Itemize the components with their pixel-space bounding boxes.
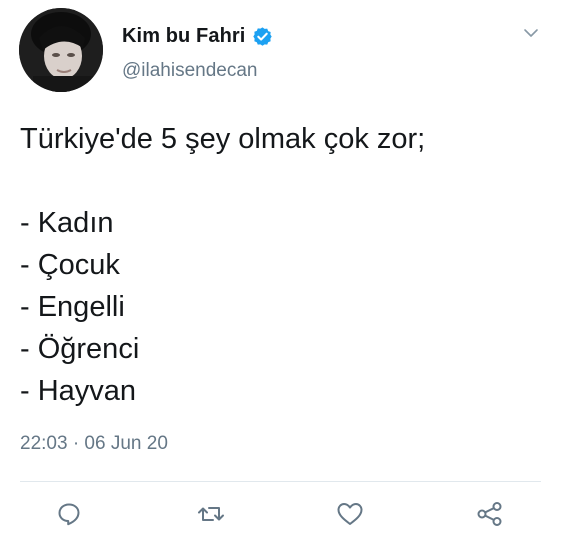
retweet-icon xyxy=(198,507,224,521)
tweet-timestamp[interactable]: 22:03 · 06 Jun 20 xyxy=(20,433,168,455)
avatar[interactable] xyxy=(19,8,103,92)
tweet-line: - Çocuk xyxy=(20,249,120,281)
tweet-text: Türkiye'de 5 şey olmak çok zor; - Kadın … xyxy=(20,118,425,412)
share-icon xyxy=(477,502,502,526)
avatar-photo xyxy=(19,8,103,92)
like-button[interactable] xyxy=(332,496,368,532)
tweet-line: - Hayvan xyxy=(20,375,137,407)
divider xyxy=(20,481,541,482)
retweet-button[interactable] xyxy=(193,496,229,532)
share-button[interactable] xyxy=(472,496,508,532)
reply-icon xyxy=(58,503,80,526)
tweet-line: Türkiye'de 5 şey olmak çok zor; xyxy=(20,123,426,155)
verified-badge-icon xyxy=(252,26,273,47)
tweet-line: - Kadın xyxy=(20,207,114,239)
tweet-line xyxy=(20,160,425,202)
heart-icon xyxy=(337,503,363,525)
action-bar xyxy=(0,496,561,536)
chevron-down-icon[interactable] xyxy=(523,26,539,38)
user-info: Kim bu Fahri @ilahisendecan xyxy=(122,22,273,82)
reply-button[interactable] xyxy=(51,496,87,532)
tweet-line: - Engelli xyxy=(20,291,125,323)
tweet-line: - Öğrenci xyxy=(20,333,140,365)
name-row: Kim bu Fahri xyxy=(122,22,273,50)
tweet-card: Kim bu Fahri @ilahisendecan Türkiye'de 5… xyxy=(0,0,561,547)
user-handle[interactable]: @ilahisendecan xyxy=(122,60,273,82)
display-name[interactable]: Kim bu Fahri xyxy=(122,25,245,48)
